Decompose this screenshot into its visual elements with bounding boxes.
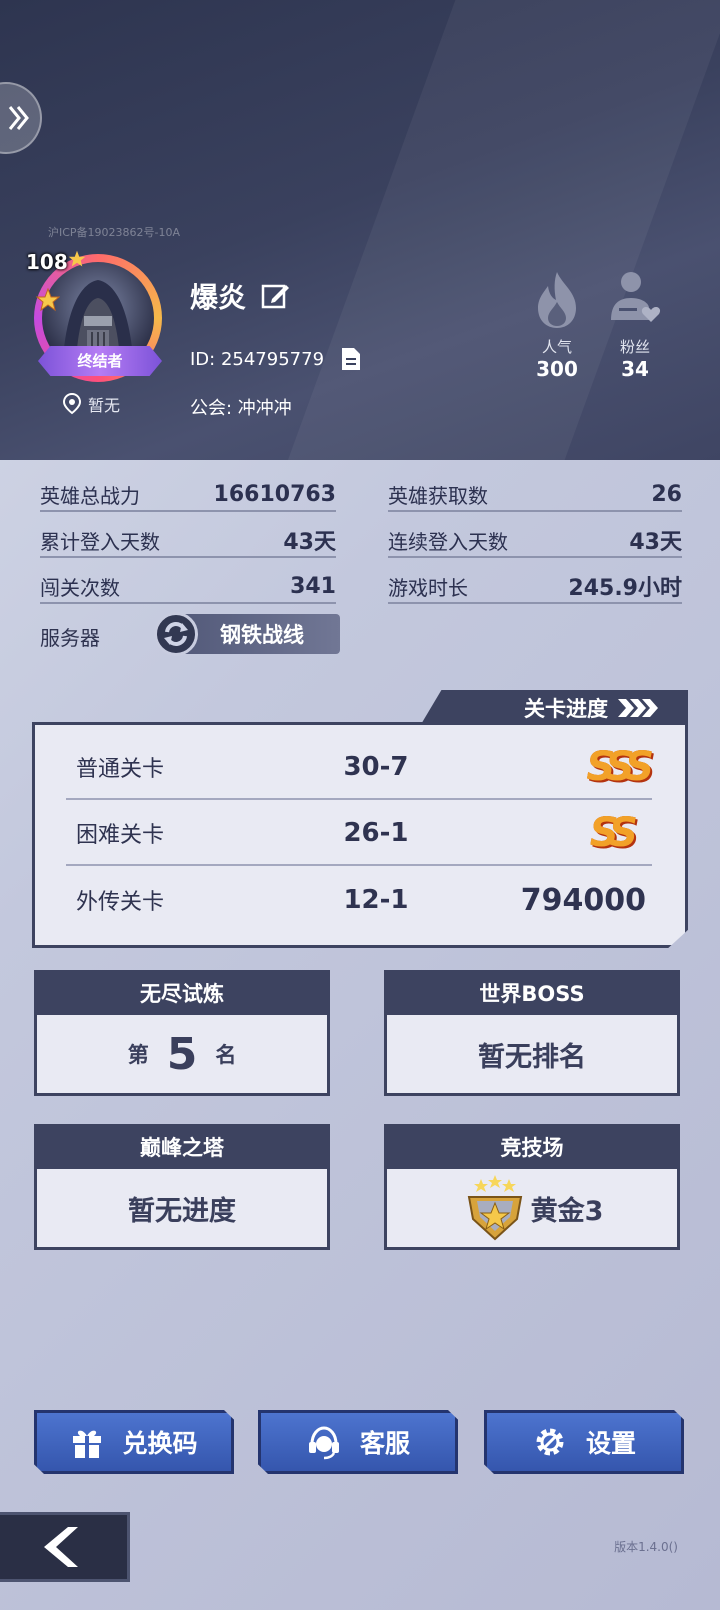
stage-row-normal: 普通关卡 30-7 SSS	[66, 736, 654, 800]
player-level: 108	[26, 250, 68, 274]
header-decoration	[281, 0, 720, 460]
total-login-value: 43天	[283, 530, 336, 555]
card-value: 暂无进度	[128, 1195, 236, 1227]
headset-icon	[308, 1426, 339, 1460]
card-value: 暂无排名	[478, 1041, 586, 1073]
stage-progress-value: 26-1	[343, 818, 409, 848]
arena-card[interactable]: 竞技场 黄金3	[384, 1124, 680, 1250]
fans-heart-icon	[611, 272, 661, 322]
customer-service-label: 客服	[359, 1429, 410, 1458]
redeem-code-label: 兑换码	[122, 1429, 198, 1458]
stage-row-side-story: 外传关卡 12-1 794000	[66, 868, 652, 932]
stage-name: 普通关卡	[76, 757, 165, 782]
edit-icon[interactable]	[260, 281, 290, 311]
player-id-row: ID: 254795779	[190, 346, 362, 372]
rank-number: 5	[166, 1028, 198, 1080]
star-icon	[68, 250, 86, 267]
card-title: 巅峰之塔	[37, 1127, 327, 1169]
heroes-owned-row: 英雄获取数 26	[388, 480, 682, 512]
player-name-row: 爆炎	[190, 276, 290, 316]
location-pin-icon	[62, 393, 82, 415]
server-switch-button[interactable]: 钢铁战线	[154, 612, 340, 656]
copy-icon[interactable]	[340, 346, 362, 372]
stage-name: 困难关卡	[76, 823, 165, 848]
stage-progress-value: 12-1	[343, 885, 409, 915]
server-label: 服务器	[40, 626, 100, 650]
player-id: ID: 254795779	[190, 348, 325, 370]
avatar-title-badge: 终结者	[38, 346, 162, 376]
fans-value: 34	[621, 357, 649, 381]
avatar[interactable]: 108 终结者	[26, 250, 168, 390]
redeem-code-button[interactable]: 兑换码	[34, 1410, 234, 1474]
rank-grade: SS	[589, 810, 638, 856]
refresh-icon	[154, 612, 198, 656]
hero-power-row: 英雄总战力 16610763	[40, 480, 336, 512]
heroes-owned-label: 英雄获取数	[388, 483, 488, 508]
hero-power-label: 英雄总战力	[40, 483, 140, 508]
stage-progress-title: 关卡进度	[524, 697, 608, 721]
fans-stat: 粉丝 34	[600, 270, 670, 381]
side-story-score: 794000	[520, 882, 646, 918]
card-title: 竞技场	[387, 1127, 677, 1169]
card-title: 世界BOSS	[387, 973, 677, 1015]
back-button[interactable]	[0, 1512, 130, 1582]
playtime-label: 游戏时长	[388, 575, 468, 600]
popularity-value: 300	[536, 357, 578, 381]
server-name: 钢铁战线	[220, 623, 304, 647]
rank-suffix: 名	[215, 1043, 237, 1067]
total-login-label: 累计登入天数	[40, 529, 160, 554]
profile-header: 沪ICP备19023862号-10A 108 终结者 暂无 爆炎 ID: 254…	[0, 0, 720, 460]
fans-label: 粉丝	[619, 338, 650, 356]
customer-service-button[interactable]: 客服	[258, 1410, 458, 1474]
peak-tower-card[interactable]: 巅峰之塔 暂无进度	[34, 1124, 330, 1250]
settings-button[interactable]: 设置	[484, 1410, 684, 1474]
player-name: 爆炎	[190, 281, 247, 314]
rank-grade: SSS	[586, 744, 654, 790]
total-login-row: 累计登入天数 43天	[40, 526, 336, 558]
gear-icon	[536, 1428, 564, 1456]
stage-row-hard: 困难关卡 26-1 SS	[66, 802, 652, 866]
star-icon	[36, 288, 60, 312]
gold-rank-badge-icon	[467, 1175, 522, 1241]
expand-button[interactable]	[0, 82, 42, 154]
popularity-stat: 人气 300	[522, 270, 592, 381]
hero-power-value: 16610763	[213, 481, 336, 507]
card-value: 黄金3	[530, 1195, 604, 1227]
gift-icon	[73, 1430, 102, 1458]
triple-chevron-icon	[618, 699, 658, 717]
stage-progress-tab: 关卡进度	[420, 690, 688, 726]
back-arrow-icon	[44, 1527, 78, 1567]
icp-license: 沪ICP备19023862号-10A	[48, 226, 181, 239]
playtime-value: 245.9小时	[568, 576, 682, 601]
world-boss-card[interactable]: 世界BOSS 暂无排名	[384, 970, 680, 1096]
card-title: 无尽试炼	[37, 973, 327, 1015]
clears-value: 341	[290, 573, 336, 599]
version-text: 版本1.4.0()	[614, 1540, 678, 1554]
endless-trial-card[interactable]: 无尽试炼 第 5 名	[34, 970, 330, 1096]
flame-icon	[538, 272, 576, 328]
clears-label: 闯关次数	[40, 575, 120, 600]
streak-login-value: 43天	[629, 530, 682, 555]
stage-name: 外传关卡	[76, 890, 165, 915]
popularity-label: 人气	[541, 338, 572, 356]
double-chevron-right-icon	[8, 106, 29, 130]
clears-row: 闯关次数 341	[40, 572, 336, 604]
streak-login-row: 连续登入天数 43天	[388, 526, 682, 558]
rank-prefix: 第	[127, 1043, 149, 1067]
stage-progress-value: 30-7	[343, 752, 409, 782]
heroes-owned-value: 26	[651, 481, 682, 507]
playtime-row: 游戏时长 245.9小时	[388, 572, 682, 604]
location: 暂无	[62, 392, 120, 416]
streak-login-label: 连续登入天数	[388, 529, 508, 554]
settings-label: 设置	[585, 1429, 636, 1458]
guild-name: 公会: 冲冲冲	[190, 398, 292, 419]
location-text: 暂无	[88, 396, 121, 415]
